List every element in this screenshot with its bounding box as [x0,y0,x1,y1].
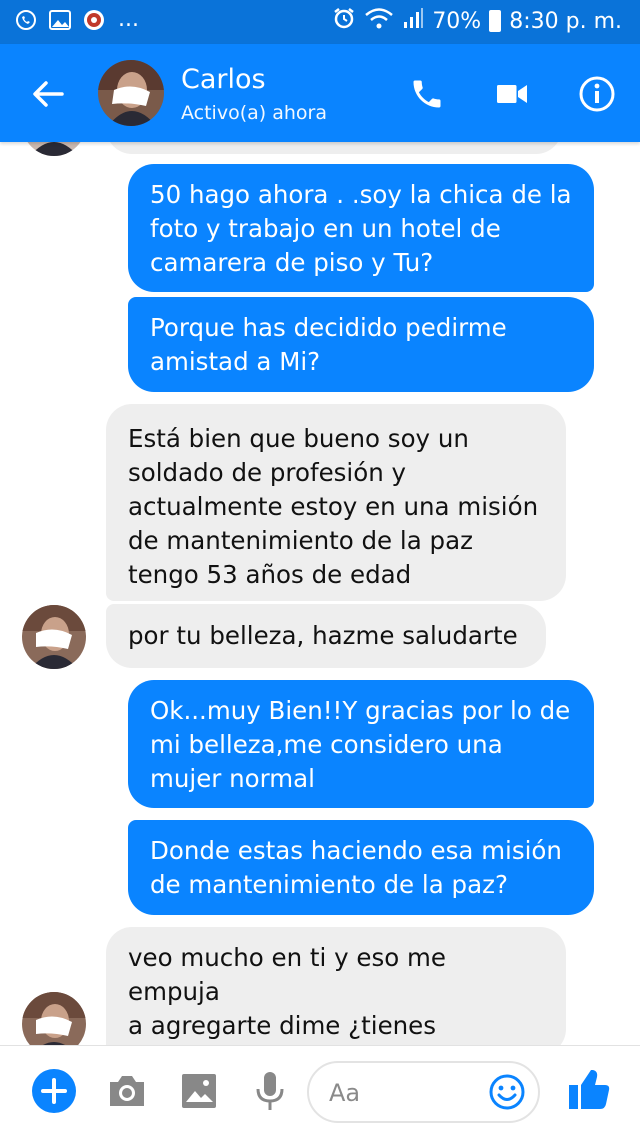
outgoing-message[interactable]: 50 hago ahora . .soy la chica de la foto… [128,164,594,292]
alarm-icon [332,6,356,36]
back-arrow-icon[interactable] [30,76,66,112]
message-input-container[interactable] [307,1061,540,1123]
incoming-message[interactable]: por tu belleza, hazme saludarte [106,604,546,668]
contact-name: Carlos [181,64,266,95]
outgoing-message[interactable]: Porque has decidido pedirme amistad a Mi… [128,297,594,392]
microphone-icon[interactable] [247,1068,293,1114]
contact-avatar-small[interactable] [22,605,86,669]
wifi-icon [364,6,394,36]
clock: 8:30 p. m. [509,8,622,34]
signal-icon [402,6,424,36]
thumbs-up-icon[interactable] [566,1066,612,1112]
phone-icon[interactable] [407,74,447,114]
image-icon[interactable] [176,1068,222,1114]
plus-icon[interactable] [31,1068,77,1114]
composer-bar [0,1045,640,1138]
status-bar: ... 70% 8:30 p. m. [0,0,640,44]
app-icon [82,8,106,32]
info-icon[interactable] [577,74,617,114]
incoming-message[interactable]: veo mucho en ti y eso me empuja a agrega… [106,927,566,1045]
message-input[interactable] [327,1075,481,1111]
contact-avatar-small [22,142,86,156]
conversation-header: Carlos Activo(a) ahora [0,44,640,142]
gallery-icon [48,8,72,32]
contact-avatar[interactable] [98,60,164,126]
outgoing-message[interactable]: Donde estas haciendo esa misión de mante… [128,820,594,915]
incoming-message[interactable]: Está bien que bueno soy un soldado de pr… [106,404,566,601]
emoji-icon[interactable] [488,1073,526,1111]
message-list[interactable]: 50 hago ahora . .soy la chica de la foto… [0,142,640,1045]
contact-avatar-small[interactable] [22,992,86,1045]
battery-icon [489,10,502,32]
battery-text: 70% [432,8,482,34]
whatsapp-icon [14,8,38,32]
camera-icon[interactable] [104,1068,150,1114]
outgoing-message[interactable]: Ok...muy Bien!!Y gracias por lo de mi be… [128,680,594,808]
contact-status: Activo(a) ahora [181,102,327,124]
previous-message [106,142,562,154]
video-icon[interactable] [492,74,532,114]
more-notifications: ... [118,7,139,32]
